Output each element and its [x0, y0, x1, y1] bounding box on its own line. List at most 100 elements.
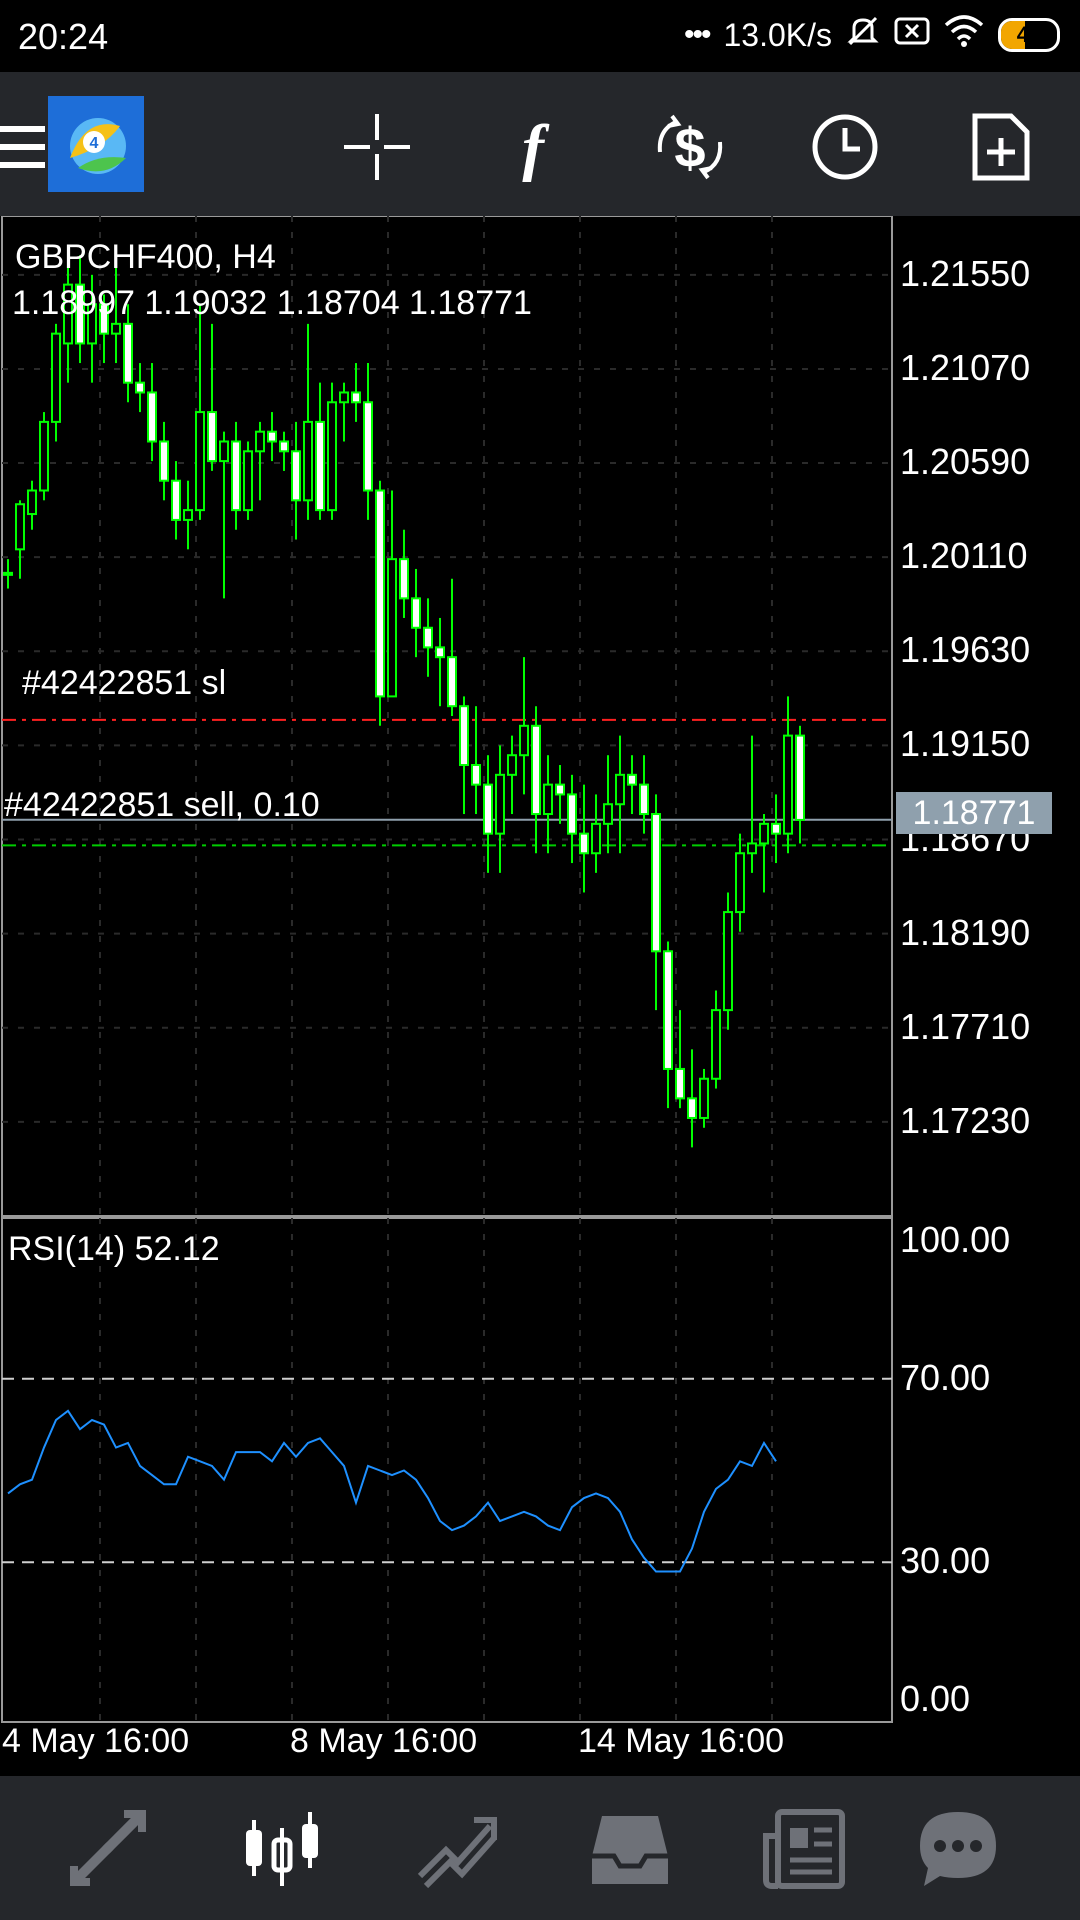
- metatrader-logo[interactable]: 4: [48, 96, 144, 192]
- candle: [39, 412, 49, 501]
- candle: [27, 480, 37, 530]
- candle-body-bull: [711, 1009, 721, 1080]
- status-bar: 20:24 ••• 13.0K/s 43: [0, 0, 1080, 72]
- candle: [483, 755, 493, 873]
- candle: [3, 559, 13, 589]
- candle-body-bull: [255, 430, 265, 453]
- candle-body-bear: [351, 391, 361, 404]
- history-icon[interactable]: [580, 1798, 680, 1898]
- candle-body-bear: [375, 489, 385, 698]
- current-price-badge: 1.18771: [896, 792, 1052, 834]
- candle-body-bull: [15, 503, 25, 551]
- indicator-icon[interactable]: f: [488, 102, 578, 192]
- candle-body-bull: [327, 401, 337, 512]
- price-tick-label: 1.21070: [900, 346, 1031, 388]
- candle: [651, 794, 661, 1011]
- rsi-label: RSI(14) 52.12: [8, 1230, 220, 1268]
- candle-body-bear: [531, 724, 541, 816]
- candle: [663, 941, 673, 1109]
- candle-body-bear: [675, 1067, 685, 1100]
- candle-body-bull: [519, 724, 529, 757]
- candle: [519, 657, 529, 795]
- candle-body-bull: [603, 803, 613, 825]
- news-icon[interactable]: [754, 1798, 854, 1898]
- candle-body-bear: [471, 764, 481, 786]
- order-lines: [2, 718, 892, 847]
- chat-icon[interactable]: [908, 1798, 1008, 1898]
- rsi-tick-label: 70.00: [900, 1356, 991, 1398]
- date-tick-label: 8 May 16:00: [290, 1722, 478, 1760]
- candle-body-bear: [279, 440, 289, 453]
- new-order-icon[interactable]: [956, 102, 1046, 192]
- quotes-icon[interactable]: [58, 1798, 158, 1898]
- candle-body-bear: [207, 411, 217, 463]
- rsi-panel-border: [1, 1217, 893, 1723]
- candle-body-bear: [459, 705, 469, 767]
- candle-body-bear: [171, 479, 181, 521]
- candle-body-bear: [423, 626, 433, 649]
- candle-body-bear: [435, 646, 445, 659]
- price-tick-label: 1.19150: [900, 723, 1031, 765]
- candle: [219, 431, 229, 599]
- candle: [447, 578, 457, 716]
- symbol-title: GBPCHF400, H4: [15, 238, 276, 276]
- price-tick-label: 1.17230: [900, 1099, 1031, 1141]
- order-label[interactable]: #42422851 sell, 0.10: [4, 786, 320, 825]
- candle-body-bull: [783, 734, 793, 835]
- candle: [615, 735, 625, 854]
- candle-body-bull: [543, 783, 553, 816]
- bottom-navigation: [0, 1776, 1080, 1920]
- sl-label[interactable]: #42422851 sl: [22, 664, 226, 703]
- candle-body-bear: [315, 420, 325, 512]
- candle: [795, 725, 805, 844]
- candle-body-bear: [399, 558, 409, 600]
- chart-nav-icon[interactable]: [232, 1798, 332, 1898]
- wifi-icon: [944, 15, 984, 55]
- candle-body-bull: [303, 420, 313, 502]
- candle: [627, 755, 637, 815]
- candle-body-bull: [735, 852, 745, 914]
- candle-body-bear: [579, 832, 589, 855]
- candle: [759, 814, 769, 893]
- symbols-icon[interactable]: $: [645, 102, 735, 192]
- svg-text:4: 4: [90, 135, 99, 152]
- chart-grid: [1, 216, 893, 1723]
- candle-body-bear: [795, 734, 805, 821]
- candle-body-bear: [627, 773, 637, 786]
- trade-icon[interactable]: [406, 1798, 506, 1898]
- candle-body-bull: [39, 420, 49, 492]
- candle: [675, 1010, 685, 1109]
- candle: [639, 755, 649, 834]
- candle-body-bear: [651, 813, 661, 953]
- status-time: 20:24: [18, 16, 109, 57]
- dots-icon: •••: [683, 18, 711, 51]
- candle-body-bear: [555, 783, 565, 796]
- candle: [531, 706, 541, 854]
- candle-body-bull: [747, 842, 757, 855]
- candle: [555, 765, 565, 824]
- candle: [327, 382, 337, 520]
- candle-body-bear: [411, 597, 421, 629]
- candle-body-bull: [219, 440, 229, 463]
- status-icons: ••• 13.0K/s 43: [684, 14, 1060, 56]
- candle: [375, 480, 385, 726]
- timeframe-icon[interactable]: [800, 102, 890, 192]
- candle-body-bull: [339, 391, 349, 404]
- candle-body-bear: [147, 391, 157, 443]
- candle-body-bear: [771, 822, 781, 835]
- candle-body-bull: [111, 322, 121, 335]
- candle: [339, 382, 349, 442]
- candle: [207, 323, 217, 471]
- candle-body-bear: [639, 783, 649, 816]
- candle: [255, 421, 265, 501]
- svg-text:f: f: [522, 112, 550, 182]
- candle: [351, 363, 361, 422]
- crosshair-icon[interactable]: [332, 102, 422, 192]
- candle: [279, 431, 289, 471]
- candle: [687, 1049, 697, 1148]
- chart-area[interactable]: GBPCHF400, H4 1.18997 1.19032 1.18704 1.…: [0, 216, 1080, 1776]
- candle: [135, 363, 145, 413]
- candle-body-bull: [243, 450, 253, 512]
- candle: [363, 363, 373, 520]
- sim-x-icon: [894, 16, 930, 54]
